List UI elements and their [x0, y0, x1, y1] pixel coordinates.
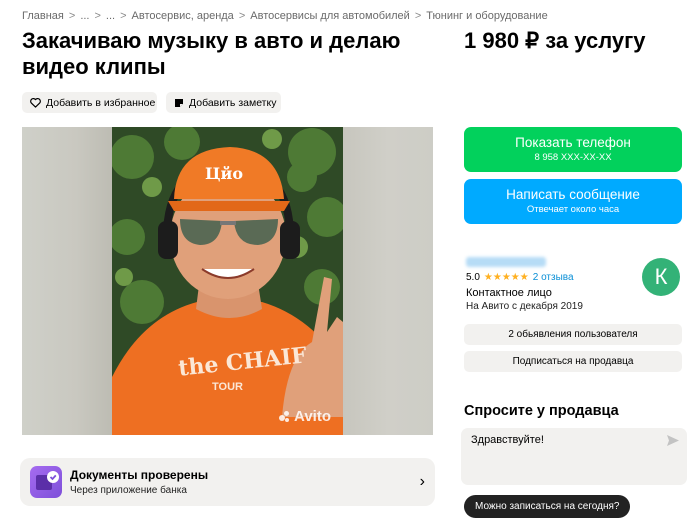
chevron-right-icon: › [419, 473, 425, 490]
breadcrumb-tuning[interactable]: Тюнинг и оборудование [426, 10, 547, 22]
seller-role: Контактное лицо [466, 287, 552, 299]
write-message-label: Написать сообщение [506, 187, 640, 202]
listing-photo[interactable]: Цйо the CHAIF TOUR Avito [112, 127, 343, 435]
note-icon [175, 98, 183, 107]
breadcrumb-separator: > [68, 10, 76, 22]
breadcrumb-separator: > [238, 10, 246, 22]
avito-watermark-text: Avito [294, 408, 331, 425]
show-phone-label: Показать телефон [515, 135, 631, 150]
heart-icon [30, 97, 41, 108]
seller-since: На Авито с декабря 2019 [466, 301, 583, 312]
avito-watermark: Avito [279, 408, 331, 425]
gallery-blur-left [22, 127, 112, 435]
seller-name-blurred[interactable] [466, 257, 546, 267]
quick-reply-chip[interactable]: Можно записаться на сегодня? [464, 495, 631, 518]
photo-gallery[interactable]: Цйо the CHAIF TOUR Avito [22, 127, 433, 435]
breadcrumb-separator: > [94, 10, 101, 22]
avito-logo-icon [279, 410, 291, 423]
rating-value: 5.0 [466, 272, 480, 283]
seller-avatar[interactable]: К [642, 258, 680, 296]
ask-seller-input[interactable] [471, 434, 661, 446]
seller-rating: 5.0 ★★★★★ 2 отзыва [466, 272, 574, 283]
add-to-favorites-label: Добавить в избранное [46, 96, 156, 109]
send-icon[interactable] [667, 435, 679, 446]
breadcrumb-auto-service[interactable]: Автосервис, аренда [132, 10, 234, 22]
ask-seller-field[interactable] [461, 428, 687, 485]
show-phone-button[interactable]: Показать телефон 8 958 XXX-XX-XX [464, 127, 682, 172]
gallery-blur-right [343, 127, 433, 435]
verified-docs-icon [30, 466, 62, 498]
breadcrumb-separator: > [120, 10, 127, 22]
response-time-label: Отвечает около часа [526, 204, 620, 215]
rating-stars: ★★★★★ [483, 272, 529, 283]
documents-verified-card[interactable]: Документы проверены Через приложение бан… [20, 458, 435, 506]
write-message-button[interactable]: Написать сообщение Отвечает около часа [464, 179, 682, 224]
reviews-link[interactable]: 2 отзыва [533, 272, 574, 283]
phone-number-masked: 8 958 XXX-XX-XX [534, 152, 612, 163]
add-to-favorites-button[interactable]: Добавить в избранное [22, 92, 157, 113]
add-note-button[interactable]: Добавить заметку [166, 92, 281, 113]
breadcrumb-home[interactable]: Главная [22, 10, 64, 22]
cap-logo-text: Цйо [205, 164, 243, 183]
listing-title: Закачиваю музыку в авто и делаю видео кл… [22, 28, 401, 79]
add-note-label: Добавить заметку [189, 96, 277, 109]
documents-verified-subtitle: Через приложение банка [70, 485, 187, 496]
listing-price: 1 980 ₽ за услугу [464, 28, 646, 53]
subscribe-seller-button[interactable]: Подписаться на продавца [464, 351, 682, 372]
breadcrumb: Главная > ... > ... > Автосервис, аренда… [22, 10, 548, 22]
shirt-print-subtext: TOUR [212, 381, 243, 393]
user-ads-button[interactable]: 2 обьявления пользователя [464, 324, 682, 345]
breadcrumb-collapsed-1[interactable]: ... [80, 10, 89, 22]
breadcrumb-collapsed-2[interactable]: ... [106, 10, 115, 22]
breadcrumb-car-services[interactable]: Автосервисы для автомобилей [250, 10, 410, 22]
ask-seller-title: Спросите у продавца [464, 403, 619, 419]
breadcrumb-separator: > [414, 10, 422, 22]
documents-verified-title: Документы проверены [70, 468, 209, 482]
